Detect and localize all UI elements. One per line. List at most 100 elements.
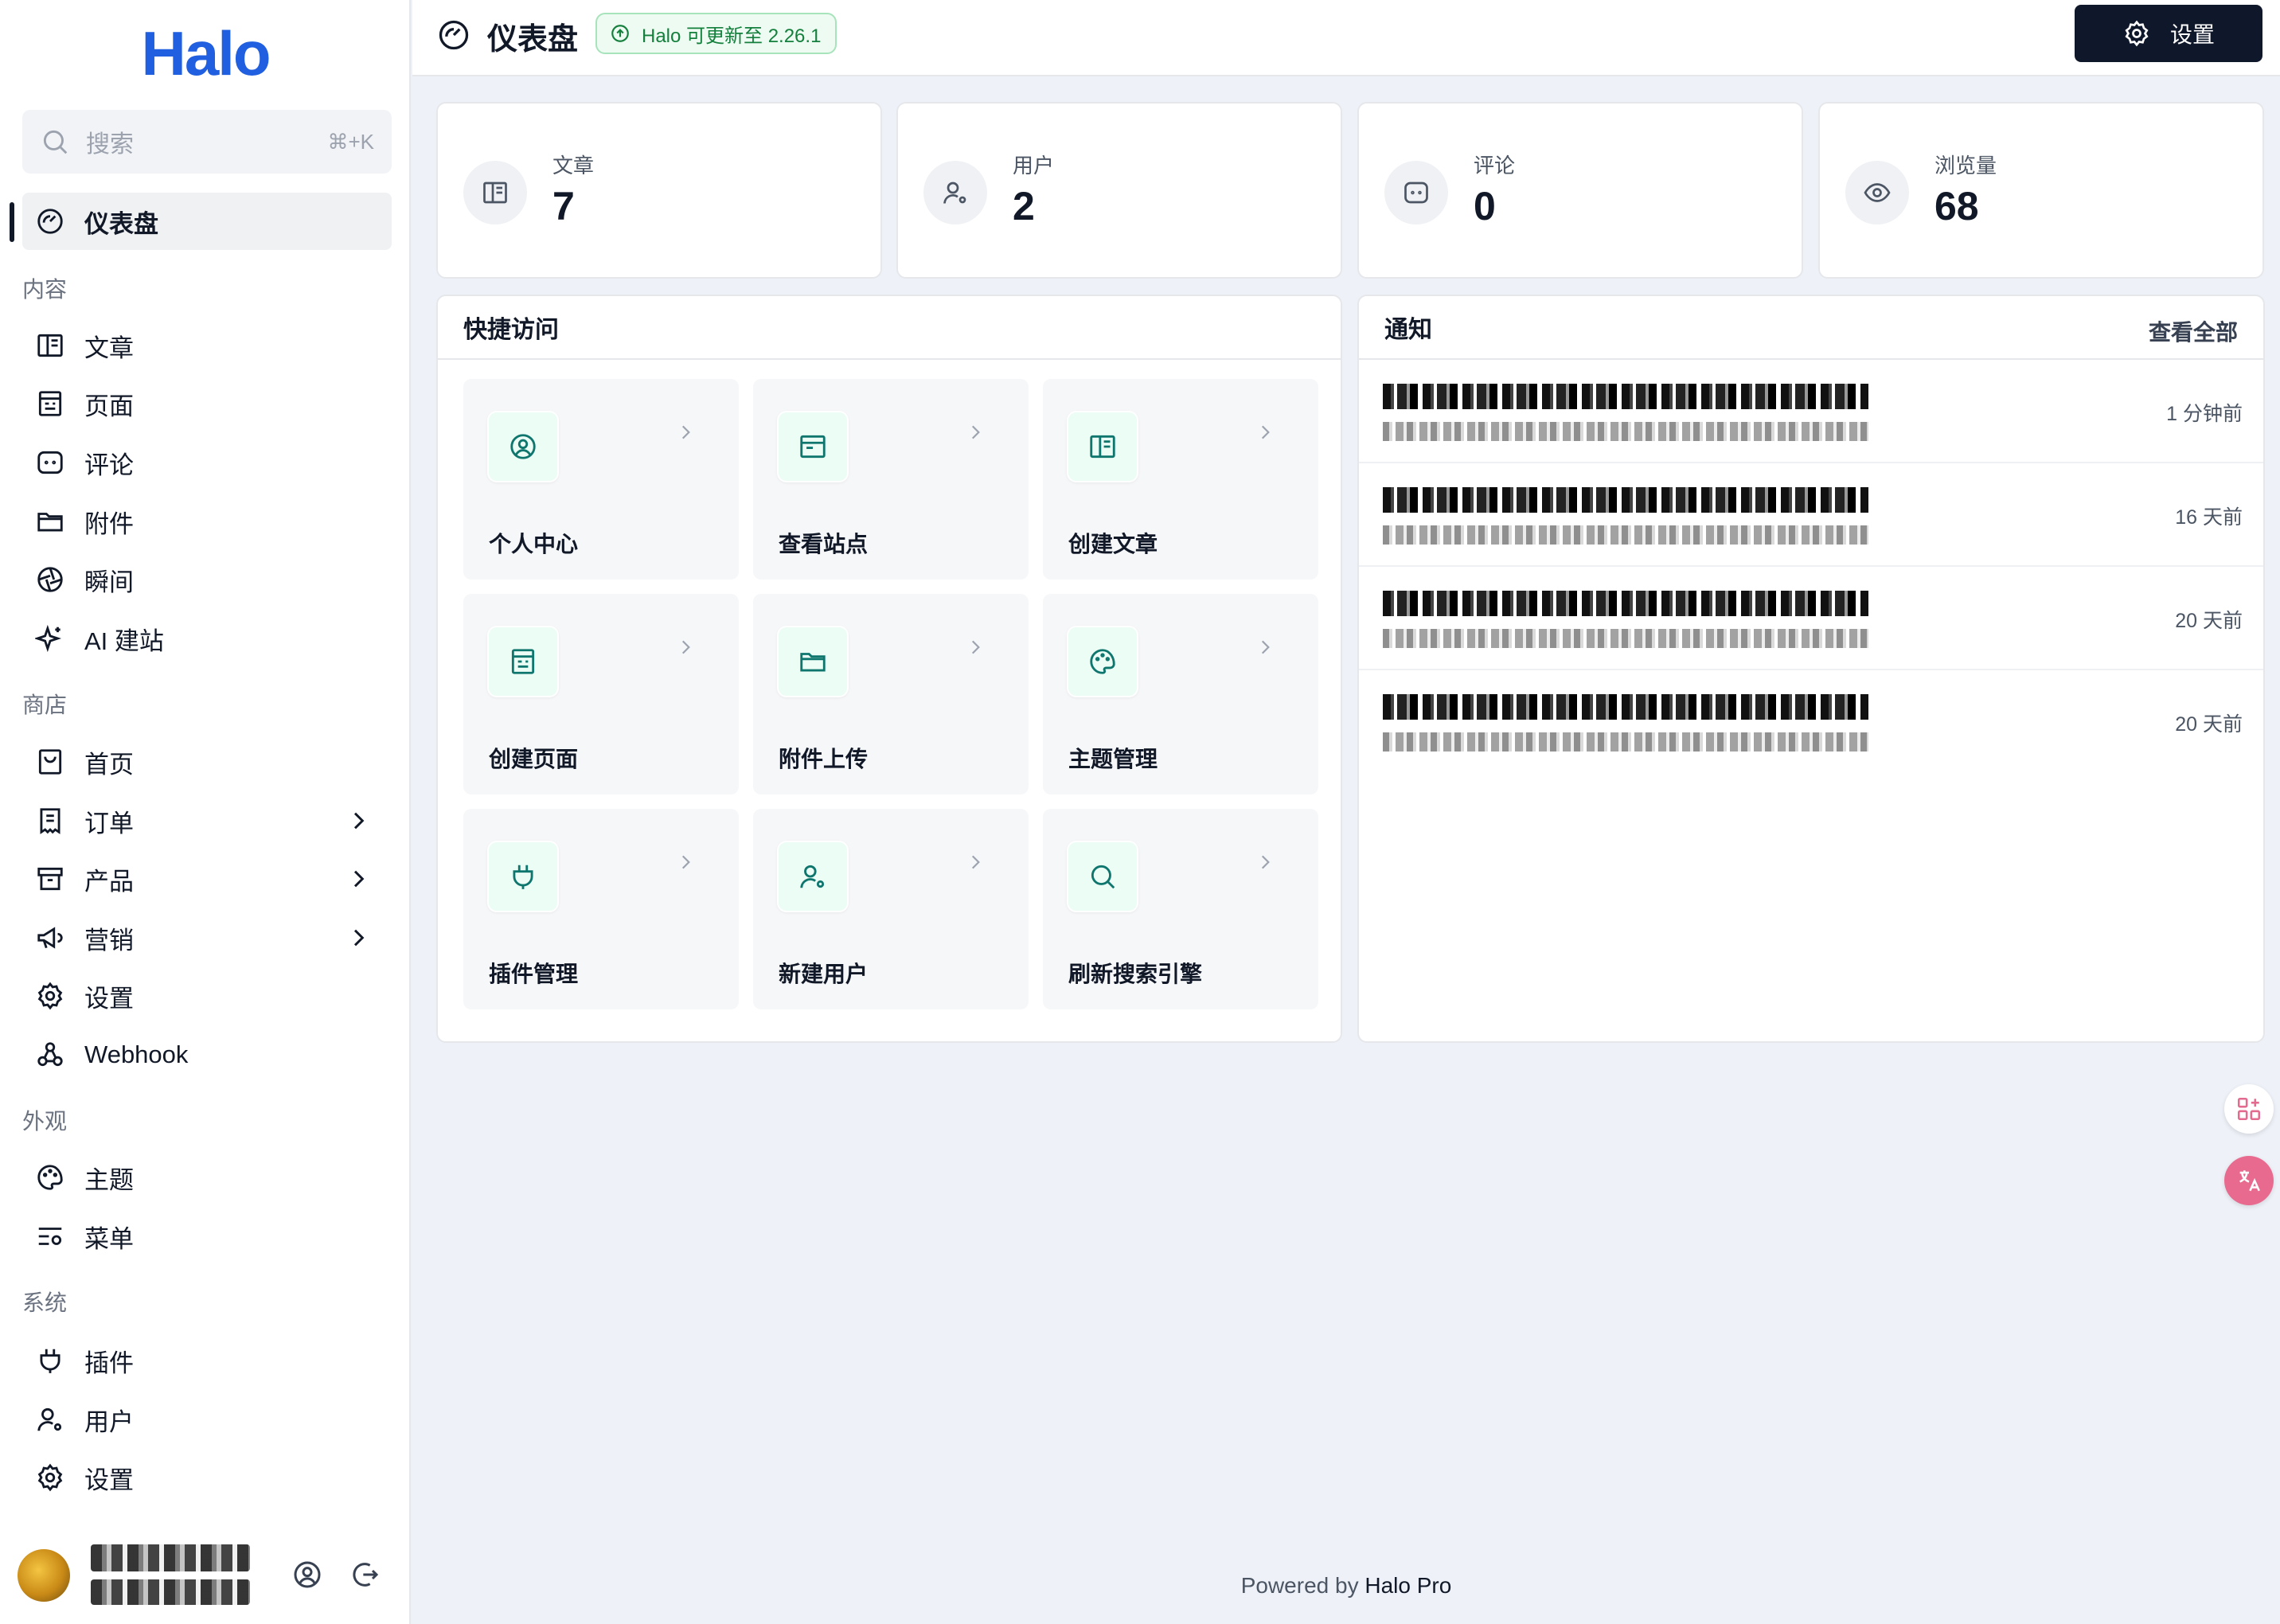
apps-grid-icon bbox=[2237, 1097, 2261, 1121]
quick-access-new-post[interactable]: 创建文章 bbox=[1043, 379, 1318, 580]
sidebar-item-label: 订单 bbox=[84, 809, 134, 837]
quick-access-label: 创建页面 bbox=[489, 747, 579, 771]
sidebar-item-products[interactable]: 产品 bbox=[22, 850, 392, 908]
notification-time: 20 天前 bbox=[2175, 610, 2243, 632]
sidebar-item-webhook[interactable]: Webhook bbox=[22, 1026, 392, 1083]
footer-brand[interactable]: Halo Pro bbox=[1364, 1573, 1451, 1598]
sidebar-item-label: 主题 bbox=[84, 1165, 134, 1194]
quick-access-label: 附件上传 bbox=[779, 747, 869, 771]
user-circle-icon[interactable] bbox=[291, 1559, 323, 1591]
sparkle-icon bbox=[35, 624, 62, 653]
notification-summary-redacted bbox=[1383, 732, 1868, 751]
sidebar-item-themes[interactable]: 主题 bbox=[22, 1149, 392, 1206]
user-circle-icon bbox=[510, 434, 536, 459]
sidebar-item-shop-settings[interactable]: 设置 bbox=[22, 967, 392, 1025]
sidebar-item-pages[interactable]: 页面 bbox=[22, 375, 392, 432]
sidebar-item-label: 附件 bbox=[84, 509, 134, 538]
sidebar-item-plugins[interactable]: 插件 bbox=[22, 1332, 392, 1389]
sidebar-item-posts[interactable]: 文章 bbox=[22, 317, 392, 374]
chevron-right-icon bbox=[681, 425, 690, 439]
stat-label: 评论 bbox=[1474, 154, 1516, 178]
gear-icon bbox=[2125, 20, 2149, 47]
page-icon bbox=[38, 391, 62, 416]
stat-icon-wrap bbox=[1845, 161, 1909, 224]
dashboard-icon bbox=[439, 20, 469, 50]
sidebar-item-orders[interactable]: 订单 bbox=[22, 792, 392, 849]
view-all-link[interactable]: 查看全部 bbox=[2149, 315, 2238, 347]
sidebar-item-menus[interactable]: 菜单 bbox=[22, 1208, 392, 1265]
logout-icon[interactable] bbox=[349, 1559, 381, 1591]
sidebar-item-label: 仪表盘 bbox=[84, 209, 158, 238]
quick-access-profile[interactable]: 个人中心 bbox=[463, 379, 739, 580]
quick-access-plugins[interactable]: 插件管理 bbox=[463, 809, 739, 1009]
quick-access-label: 创建文章 bbox=[1068, 532, 1158, 556]
notification-title-redacted bbox=[1383, 487, 1868, 513]
quick-access-title: 快捷访问 bbox=[438, 296, 1341, 360]
user-gear-icon bbox=[943, 182, 966, 204]
quick-access-icon-wrap bbox=[1067, 626, 1138, 697]
sidebar-item-label: 评论 bbox=[84, 451, 134, 479]
notification-item[interactable]: 1 分钟前 bbox=[1359, 360, 2263, 463]
floating-translate-button[interactable] bbox=[2224, 1156, 2274, 1205]
palette-icon bbox=[1090, 649, 1115, 674]
halo-logo[interactable]: Halo bbox=[0, 18, 411, 90]
user-gear-icon bbox=[800, 865, 825, 888]
search-input[interactable]: 搜索 ⌘+K bbox=[22, 110, 392, 174]
book-icon bbox=[37, 334, 63, 357]
menu-icon bbox=[38, 1228, 62, 1245]
page-title: 仪表盘 bbox=[487, 23, 579, 57]
avatar[interactable] bbox=[18, 1549, 70, 1602]
quick-access-icon-wrap bbox=[487, 626, 559, 697]
quick-access-label: 插件管理 bbox=[489, 962, 579, 986]
sidebar-item-moments[interactable]: 瞬间 bbox=[22, 551, 392, 608]
sidebar-item-marketing[interactable]: 营销 bbox=[22, 909, 392, 966]
footer-prefix: Powered by bbox=[1240, 1573, 1365, 1598]
sidebar-item-settings[interactable]: 设置 bbox=[22, 1449, 392, 1506]
chevron-right-icon bbox=[971, 425, 980, 439]
stat-card-views: 浏览量 68 bbox=[1818, 102, 2264, 279]
comment-icon bbox=[37, 451, 63, 474]
settings-button[interactable]: 设置 bbox=[2075, 5, 2262, 62]
browser-icon bbox=[800, 435, 826, 459]
settings-button-label: 设置 bbox=[2169, 22, 2215, 47]
sidebar-item-label: 首页 bbox=[84, 750, 134, 779]
palette-icon bbox=[37, 1165, 63, 1190]
notification-item[interactable]: 20 天前 bbox=[1359, 670, 2263, 774]
quick-access-refresh-search[interactable]: 刷新搜索引擎 bbox=[1043, 809, 1318, 1009]
notification-time: 20 天前 bbox=[2175, 713, 2243, 736]
folder-icon bbox=[37, 513, 63, 532]
quick-access-icon-wrap bbox=[777, 411, 849, 482]
quick-access-icon-wrap bbox=[487, 411, 559, 482]
quick-access-themes[interactable]: 主题管理 bbox=[1043, 594, 1318, 794]
floating-apps-button[interactable] bbox=[2224, 1084, 2274, 1134]
plug-icon bbox=[513, 865, 533, 889]
sidebar-item-attachments[interactable]: 附件 bbox=[22, 493, 392, 550]
eye-icon bbox=[1864, 183, 1891, 202]
quick-access-label: 个人中心 bbox=[489, 532, 579, 556]
order-icon bbox=[40, 808, 61, 834]
notification-item[interactable]: 16 天前 bbox=[1359, 463, 2263, 567]
group-label-shop: 商店 bbox=[22, 693, 68, 717]
sidebar-item-dashboard[interactable]: 仪表盘 bbox=[22, 193, 392, 250]
notification-time: 16 天前 bbox=[2175, 506, 2243, 529]
notification-summary-redacted bbox=[1383, 525, 1868, 545]
sidebar-item-label: 产品 bbox=[84, 867, 134, 896]
sidebar-item-label: 插件 bbox=[84, 1349, 134, 1377]
top-header: 仪表盘 Halo 可更新至 2.26.1 设置 bbox=[412, 0, 2280, 76]
quick-access-new-user[interactable]: 新建用户 bbox=[753, 809, 1029, 1009]
book-icon bbox=[1090, 435, 1115, 459]
notification-item[interactable]: 20 天前 bbox=[1359, 567, 2263, 670]
sidebar-item-shop-home[interactable]: 首页 bbox=[22, 733, 392, 791]
update-available-badge[interactable]: Halo 可更新至 2.26.1 bbox=[595, 13, 837, 54]
sidebar-item-label: 文章 bbox=[84, 334, 134, 362]
quick-access-view-site[interactable]: 查看站点 bbox=[753, 379, 1029, 580]
sidebar-item-users[interactable]: 用户 bbox=[22, 1391, 392, 1448]
sidebar-item-label: Webhook bbox=[84, 1040, 189, 1068]
sidebar-item-label: 营销 bbox=[84, 926, 134, 954]
sidebar-item-comments[interactable]: 评论 bbox=[22, 434, 392, 491]
quick-access-label: 新建用户 bbox=[779, 962, 869, 986]
sidebar-item-ai-build[interactable]: AI 建站 bbox=[22, 610, 392, 667]
sidebar-item-label: 菜单 bbox=[84, 1224, 134, 1253]
quick-access-upload[interactable]: 附件上传 bbox=[753, 594, 1029, 794]
quick-access-new-page[interactable]: 创建页面 bbox=[463, 594, 739, 794]
